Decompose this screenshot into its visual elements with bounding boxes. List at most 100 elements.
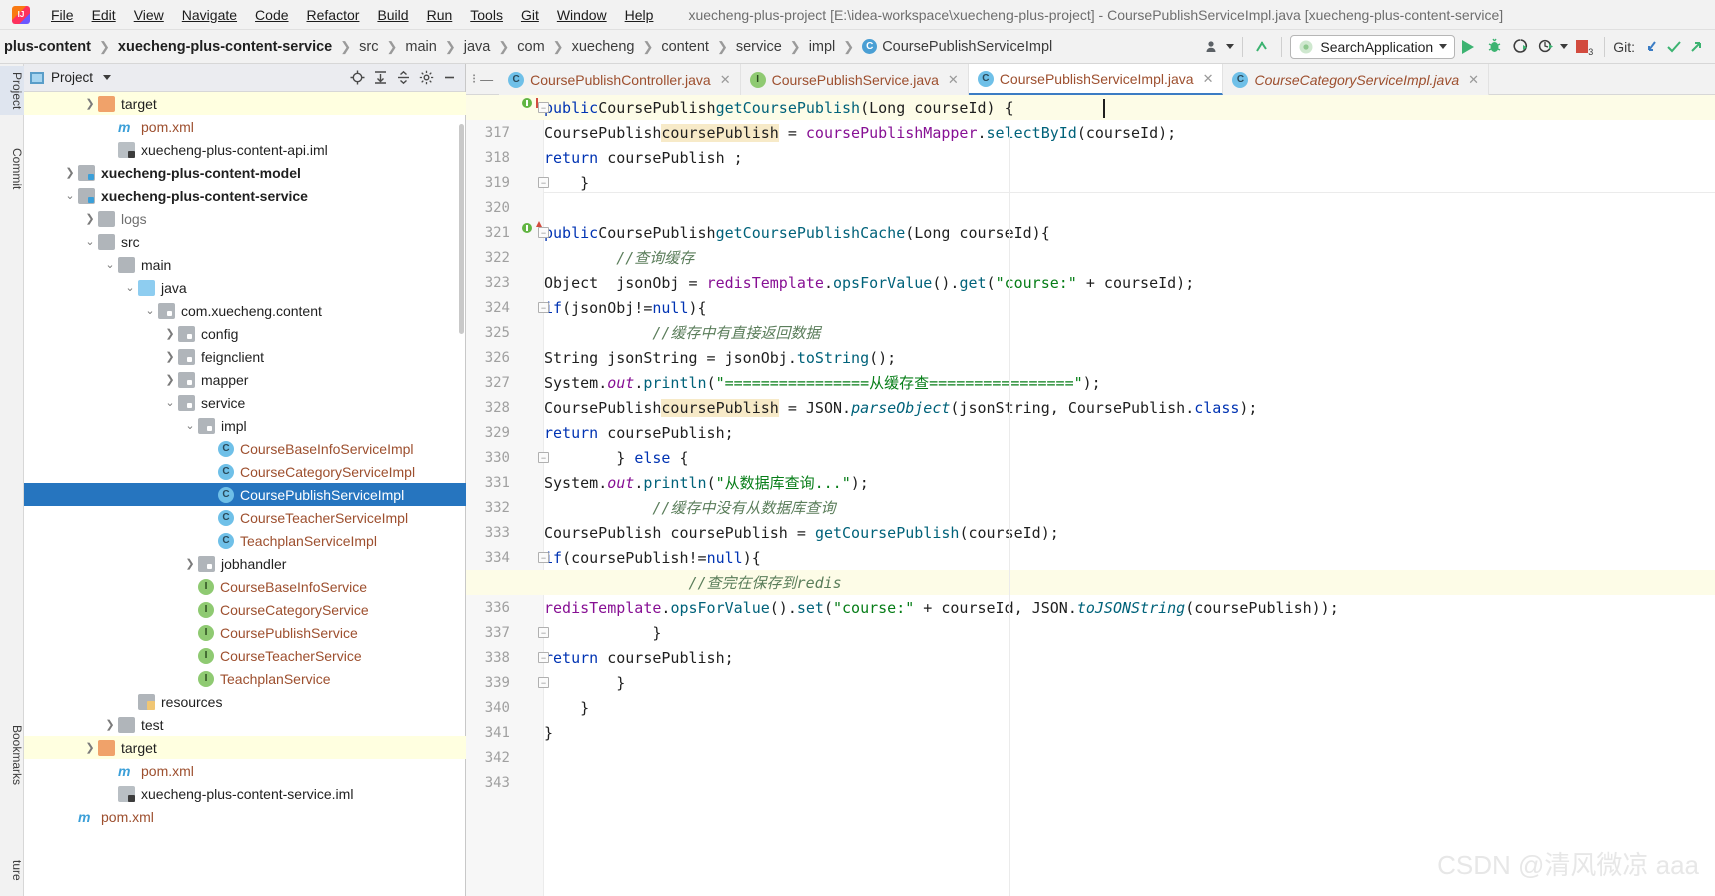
- tree-node[interactable]: ❯ test: [24, 713, 466, 736]
- expand-all-icon[interactable]: [370, 68, 390, 88]
- menu-view[interactable]: View: [125, 4, 173, 26]
- code-line[interactable]: System. out. println("从数据库查询...");: [544, 470, 869, 495]
- menu-refactor[interactable]: Refactor: [298, 4, 369, 26]
- tree-node[interactable]: ❯ jobhandler: [24, 552, 466, 575]
- tab-course-publish-service-impl[interactable]: C CoursePublishServiceImpl.java ✕: [968, 64, 1224, 95]
- chevron-down-icon[interactable]: ⌄: [162, 395, 178, 411]
- tree-node[interactable]: I TeachplanService: [24, 667, 466, 690]
- code-line[interactable]: System. out. println("================从缓存查…: [544, 370, 1101, 395]
- breadcrumb-item-2[interactable]: src: [355, 37, 382, 57]
- tree-node[interactable]: ⌄ src: [24, 230, 466, 253]
- code-line[interactable]: String jsonString = jsonObj. toString ();: [544, 345, 896, 370]
- code-line[interactable]: return coursePublish;: [544, 645, 734, 670]
- breadcrumb-item-3[interactable]: main: [401, 37, 440, 57]
- fold-marker[interactable]: −: [538, 677, 549, 688]
- code-line[interactable]: if (coursePublish!= null){: [544, 545, 761, 570]
- chevron-right-icon[interactable]: ❯: [162, 349, 178, 365]
- run-with-coverage-button[interactable]: [1507, 36, 1533, 58]
- tree-node[interactable]: I CoursePublishService: [24, 621, 466, 644]
- tree-node[interactable]: C TeachplanServiceImpl: [24, 529, 466, 552]
- fold-marker[interactable]: −: [538, 452, 549, 463]
- sidebar-item-structure[interactable]: ture: [0, 854, 24, 887]
- run-button[interactable]: [1455, 36, 1481, 58]
- fold-marker[interactable]: −: [538, 652, 549, 663]
- tab-overflow-icon[interactable]: ⁝: [472, 71, 476, 87]
- code-line[interactable]: } else {: [544, 445, 688, 470]
- code-line[interactable]: return coursePublish ;: [544, 145, 743, 170]
- tree-node[interactable]: ❯ config: [24, 322, 466, 345]
- profiler-button[interactable]: [1533, 36, 1559, 58]
- tree-node[interactable]: ❯ feignclient: [24, 345, 466, 368]
- menu-window[interactable]: Window: [548, 4, 616, 26]
- code-line[interactable]: return coursePublish;: [544, 420, 734, 445]
- code-line[interactable]: }: [544, 695, 589, 720]
- tree-node[interactable]: C CourseCategoryServiceImpl: [24, 460, 466, 483]
- run-configuration-selector[interactable]: SearchApplication: [1290, 34, 1456, 59]
- hide-minus-icon[interactable]: —: [480, 72, 493, 87]
- code-line[interactable]: //查询缓存: [544, 245, 694, 270]
- tree-node[interactable]: m pom.xml: [24, 115, 466, 138]
- tree-node[interactable]: ❯ xuecheng-plus-content-model: [24, 161, 466, 184]
- chevron-right-icon[interactable]: ❯: [162, 326, 178, 342]
- fold-marker[interactable]: −: [538, 227, 549, 238]
- tree-node[interactable]: I CourseBaseInfoService: [24, 575, 466, 598]
- tree-node[interactable]: ⌄ xuecheng-plus-content-service: [24, 184, 466, 207]
- tree-node[interactable]: ❯ logs: [24, 207, 466, 230]
- hide-minus-icon[interactable]: [439, 68, 459, 88]
- tab-course-publish-controller[interactable]: C CoursePublishController.java ✕: [499, 64, 741, 95]
- code-editor[interactable]: 3163173183193203213223233243253263273283…: [466, 95, 1715, 896]
- breadcrumb-item-0[interactable]: plus-content: [0, 37, 95, 57]
- breadcrumb-item-1[interactable]: xuecheng-plus-content-service: [114, 37, 336, 57]
- tree-node[interactable]: ⌄ java: [24, 276, 466, 299]
- locate-target-icon[interactable]: [347, 68, 367, 88]
- code-line[interactable]: //缓存中有直接返回数据: [544, 320, 820, 345]
- tree-node[interactable]: xuecheng-plus-content-service.iml: [24, 782, 466, 805]
- tree-node[interactable]: ❯ mapper: [24, 368, 466, 391]
- chevron-right-icon[interactable]: ❯: [82, 740, 98, 756]
- breadcrumb-item-8[interactable]: service: [732, 37, 786, 57]
- sidebar-item-bookmarks[interactable]: Bookmarks: [0, 719, 24, 791]
- chevron-down-icon[interactable]: [103, 75, 112, 80]
- code-line[interactable]: CoursePublish coursePublish = JSON. parse…: [544, 395, 1257, 420]
- chevron-right-icon[interactable]: ❯: [62, 165, 78, 181]
- fold-marker[interactable]: −: [538, 552, 549, 563]
- git-push-arrow-icon[interactable]: [1685, 36, 1707, 58]
- tree-node[interactable]: xuecheng-plus-content-api.iml: [24, 138, 466, 161]
- code-line[interactable]: Object jsonObj = redisTemplate. opsForVal…: [544, 270, 1194, 295]
- close-x-icon[interactable]: ✕: [948, 72, 959, 88]
- tree-node[interactable]: ⌄ main: [24, 253, 466, 276]
- chevron-down-icon[interactable]: ⌄: [62, 188, 78, 204]
- tree-node[interactable]: m pom.xml: [24, 805, 466, 828]
- tree-node[interactable]: I CourseTeacherService: [24, 644, 466, 667]
- sidebar-item-project[interactable]: Project: [0, 66, 24, 116]
- code-line[interactable]: }: [544, 670, 625, 695]
- tree-node[interactable]: ⌄ com.xuecheng.content: [24, 299, 466, 322]
- chevron-down-icon[interactable]: ⌄: [122, 280, 138, 296]
- chevron-right-icon[interactable]: ❯: [182, 556, 198, 572]
- close-x-icon[interactable]: ✕: [1468, 72, 1479, 88]
- code-line[interactable]: if (jsonObj!= null){: [544, 295, 707, 320]
- chevron-down-icon[interactable]: [1226, 44, 1235, 49]
- menu-run[interactable]: Run: [418, 4, 462, 26]
- user-avatar-icon[interactable]: [1202, 36, 1224, 58]
- menu-file[interactable]: File: [42, 4, 83, 26]
- breadcrumb-item-5[interactable]: com: [513, 37, 548, 57]
- breadcrumb-item-9[interactable]: impl: [805, 37, 840, 57]
- code-line[interactable]: redisTemplate. opsForValue (). set("course:…: [544, 595, 1339, 620]
- tree-node[interactable]: m pom.xml: [24, 759, 466, 782]
- chevron-right-icon[interactable]: ❯: [102, 717, 118, 733]
- close-x-icon[interactable]: ✕: [720, 72, 731, 88]
- chevron-right-icon[interactable]: ❯: [82, 96, 98, 112]
- tree-node[interactable]: I CourseCategoryService: [24, 598, 466, 621]
- menu-navigate[interactable]: Navigate: [173, 4, 246, 26]
- update-project-icon[interactable]: [1251, 36, 1273, 58]
- stop-button[interactable]: 3: [1568, 36, 1596, 58]
- collapse-all-icon[interactable]: [393, 68, 413, 88]
- chevron-down-icon[interactable]: ⌄: [102, 257, 118, 273]
- sidebar-item-commit[interactable]: Commit: [0, 142, 24, 195]
- tree-node[interactable]: ❯ target: [24, 736, 466, 759]
- chevron-right-icon[interactable]: ❯: [162, 372, 178, 388]
- breadcrumb-item-7[interactable]: content: [657, 37, 713, 57]
- menu-edit[interactable]: Edit: [83, 4, 125, 26]
- chevron-right-icon[interactable]: ❯: [82, 211, 98, 227]
